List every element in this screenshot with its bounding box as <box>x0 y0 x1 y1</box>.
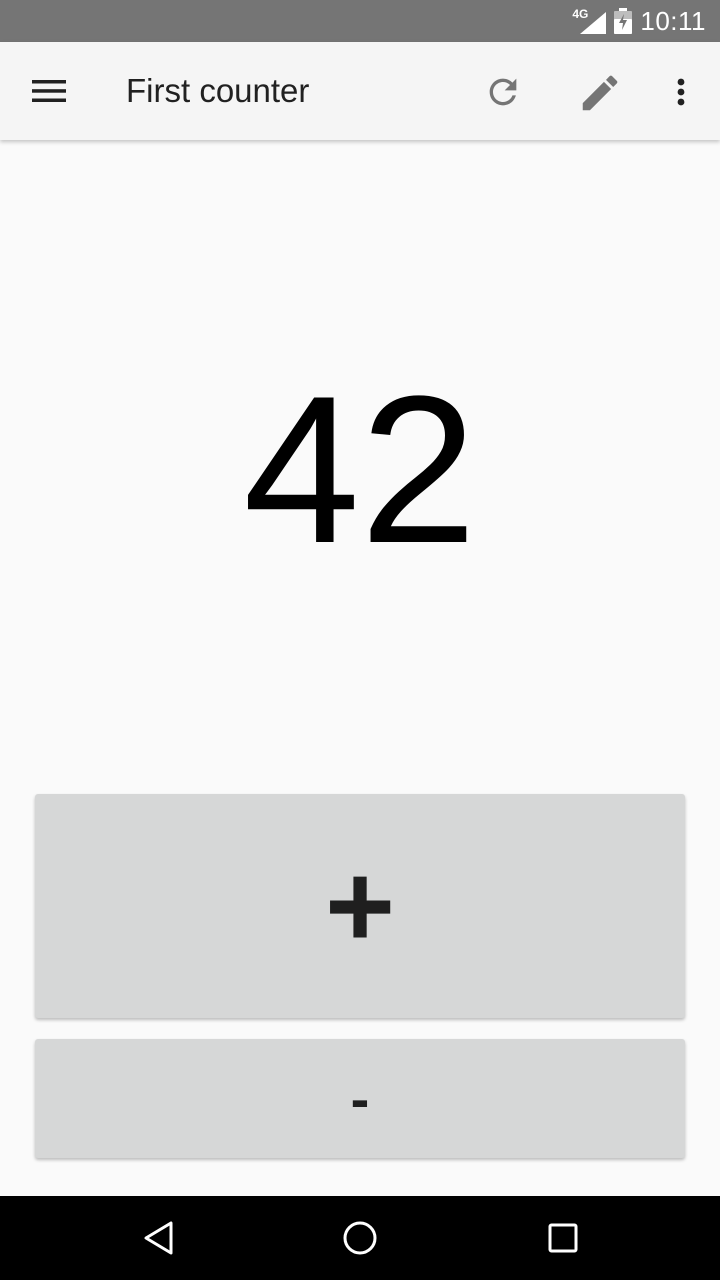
app-bar: First counter <box>0 42 720 140</box>
menu-button[interactable] <box>22 69 76 113</box>
refresh-icon <box>489 78 517 106</box>
recents-button[interactable] <box>538 1213 588 1263</box>
page-title: First counter <box>126 72 310 109</box>
status-clock: 10:11 <box>640 6 706 36</box>
more-vert-icon <box>677 78 685 106</box>
counter-value: 42 <box>243 352 477 587</box>
menu-icon <box>32 80 66 102</box>
overflow-menu-button[interactable] <box>664 69 698 115</box>
home-button[interactable] <box>335 1213 385 1263</box>
home-icon <box>343 1221 377 1255</box>
system-nav-bar <box>0 1196 720 1280</box>
decrement-button[interactable]: - <box>35 1039 685 1158</box>
decrement-label: - <box>350 1066 370 1130</box>
cell-signal: 4G <box>572 8 607 34</box>
increment-label: + <box>324 839 396 973</box>
back-icon <box>144 1221 173 1255</box>
reset-button[interactable] <box>478 67 528 117</box>
battery-icon <box>614 8 633 34</box>
status-icons: 4G 10:11 <box>572 0 706 42</box>
edit-button[interactable] <box>574 67 626 119</box>
recents-icon <box>548 1223 578 1253</box>
increment-button[interactable]: + <box>35 794 685 1018</box>
status-bar: 4G 10:11 <box>0 0 720 42</box>
signal-icon <box>580 12 607 34</box>
back-button[interactable] <box>134 1213 184 1263</box>
edit-icon <box>582 75 618 111</box>
